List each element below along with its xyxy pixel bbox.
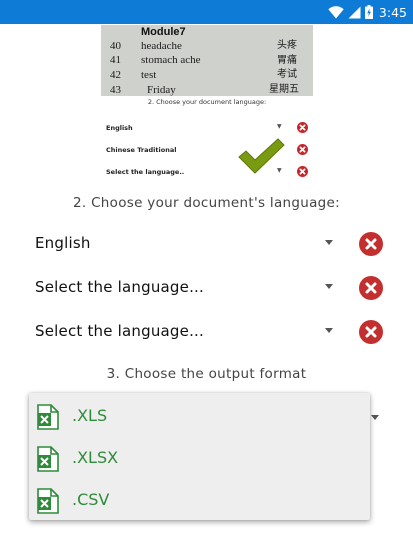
photo-row-number: 42 xyxy=(110,69,121,81)
remove-language-button[interactable] xyxy=(359,232,383,256)
cellular-signal-icon xyxy=(348,6,361,18)
photo-row-number: 43 xyxy=(110,84,121,96)
format-section-heading: 3. Choose the output format xyxy=(106,366,307,382)
preview-language-label: English xyxy=(106,124,133,132)
remove-circle-icon xyxy=(365,238,377,250)
dropdown-arrow-icon: ▼ xyxy=(277,123,282,130)
dropdown-arrow-icon[interactable] xyxy=(325,284,333,289)
preview-heading: 2. Choose your document language: xyxy=(147,98,267,106)
dropdown-arrow-icon[interactable] xyxy=(325,240,333,245)
remove-circle-icon xyxy=(365,282,377,294)
checkmark-icon xyxy=(238,138,285,174)
photo-row-english: stomach ache xyxy=(141,54,201,66)
language-row: Select the language... xyxy=(0,268,413,308)
preview-language-row: English ▼ xyxy=(105,121,311,135)
document-photo: Module7 40 headache 头疼 41 stomach ache 胃… xyxy=(101,25,313,96)
status-icons: 3:45 xyxy=(328,3,407,21)
preview-image: Module7 40 headache 头疼 41 stomach ache 胃… xyxy=(101,25,313,185)
language-select[interactable]: Select the language... xyxy=(35,278,204,296)
photo-row-english: test xyxy=(141,69,157,81)
preview-language-label: Select the language.. xyxy=(106,168,185,176)
format-option-label: .XLS xyxy=(72,406,108,425)
remove-circle-icon xyxy=(297,122,308,133)
remove-language-button[interactable] xyxy=(359,320,383,344)
photo-row: 43 Friday 星期五 xyxy=(101,84,313,96)
format-option-label: .CSV xyxy=(72,490,110,509)
photo-row-number: 41 xyxy=(110,54,121,66)
status-time: 3:45 xyxy=(378,4,407,20)
language-select[interactable]: Select the language... xyxy=(35,322,204,340)
language-row: English xyxy=(0,224,413,264)
format-option-xlsx[interactable]: .XLSX xyxy=(29,437,370,479)
dropdown-arrow-icon[interactable] xyxy=(371,415,379,420)
remove-language-button[interactable] xyxy=(359,276,383,300)
language-select[interactable]: English xyxy=(35,234,91,252)
format-option-csv[interactable]: .CSV xyxy=(29,479,370,521)
format-dropdown-menu: .XLS .XLSX .CSV xyxy=(29,393,370,520)
photo-sheet-header: Module7 xyxy=(141,26,186,38)
photo-row-chinese: 考试 xyxy=(277,69,297,80)
status-bar: 3:45 xyxy=(0,0,413,24)
remove-circle-icon xyxy=(297,166,308,177)
photo-row-chinese: 胃痛 xyxy=(277,55,297,66)
excel-file-icon xyxy=(37,446,59,472)
wifi-icon xyxy=(328,5,344,18)
format-option-label: .XLSX xyxy=(72,448,119,467)
dropdown-arrow-icon[interactable] xyxy=(325,328,333,333)
excel-file-icon xyxy=(37,404,59,430)
format-option-xls[interactable]: .XLS xyxy=(29,395,370,437)
preview-language-label: Chinese Traditional xyxy=(106,146,177,154)
photo-row-chinese: 星期五 xyxy=(269,84,299,95)
photo-row-english: headache xyxy=(141,40,182,52)
remove-circle-icon xyxy=(365,326,377,338)
excel-file-icon xyxy=(37,488,59,514)
language-section-heading: 2. Choose your document's language: xyxy=(73,195,340,211)
battery-charging-icon xyxy=(364,5,373,19)
photo-row-english: Friday xyxy=(147,84,176,96)
language-row: Select the language... xyxy=(0,312,413,352)
remove-circle-icon xyxy=(297,144,308,155)
photo-row-chinese: 头疼 xyxy=(277,40,297,51)
photo-row-number: 40 xyxy=(110,40,121,52)
